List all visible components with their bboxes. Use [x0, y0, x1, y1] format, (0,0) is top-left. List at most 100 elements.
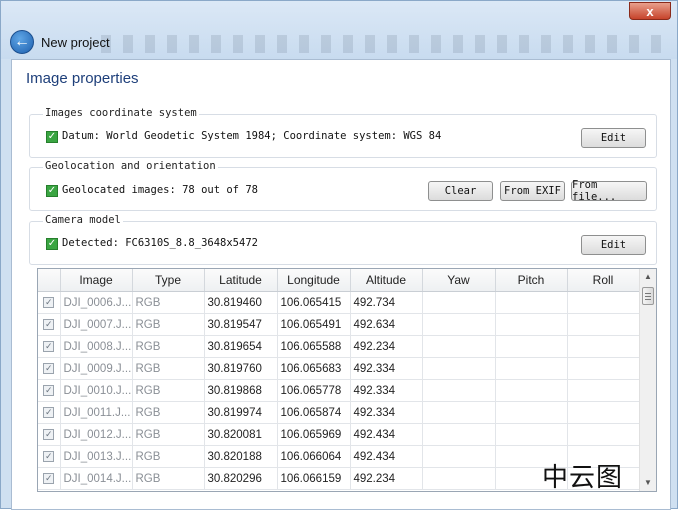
arrow-left-icon: ←: [14, 33, 30, 50]
cell-yaw: [422, 401, 496, 424]
column-header-longitude[interactable]: Longitude: [277, 269, 351, 292]
row-checkbox[interactable]: ✓: [38, 291, 61, 314]
cell-latitude: 30.819760: [204, 357, 278, 380]
cell-roll: [567, 357, 640, 380]
row-checkbox[interactable]: ✓: [38, 467, 61, 490]
row-checkbox[interactable]: ✓: [38, 379, 61, 402]
page-title: Image properties: [26, 70, 139, 87]
column-header-latitude[interactable]: Latitude: [204, 269, 278, 292]
table-scrollbar[interactable]: ▲ ▼: [639, 269, 656, 491]
cell-latitude: 30.819547: [204, 313, 278, 336]
cell-yaw: [422, 445, 496, 468]
cell-image: DJI_0013.J...: [60, 445, 133, 468]
close-button[interactable]: x: [629, 2, 671, 20]
checkbox-checked-icon[interactable]: ✓: [43, 384, 55, 396]
back-button[interactable]: ←: [10, 30, 34, 54]
cell-roll: [567, 335, 640, 358]
coordinate-edit-button[interactable]: Edit: [581, 128, 646, 148]
coordinate-system-text: Datum: World Geodetic System 1984; Coord…: [62, 130, 442, 142]
scroll-down-icon[interactable]: ▼: [643, 478, 653, 488]
cell-altitude: 492.634: [350, 313, 423, 336]
clear-button[interactable]: Clear: [428, 181, 493, 201]
row-checkbox[interactable]: ✓: [38, 357, 61, 380]
from-file-button[interactable]: From file...: [571, 179, 647, 203]
geolocation-text: Geolocated images: 78 out of 78: [62, 184, 258, 196]
checkbox-checked-icon[interactable]: ✓: [43, 428, 55, 440]
camera-model-text: Detected: FC6310S_8.8_3648x5472: [62, 237, 258, 249]
table-row[interactable]: ✓ DJI_0007.J... RGB 30.819547 106.065491…: [38, 313, 640, 336]
cell-yaw: [422, 423, 496, 446]
scroll-thumb[interactable]: [642, 287, 654, 305]
cell-yaw: [422, 379, 496, 402]
cell-image: DJI_0007.J...: [60, 313, 133, 336]
close-icon: x: [646, 3, 654, 19]
cell-yaw: [422, 467, 496, 490]
row-checkbox[interactable]: ✓: [38, 401, 61, 424]
from-exif-button[interactable]: From EXIF: [500, 181, 565, 201]
cell-pitch: [495, 313, 568, 336]
column-header-altitude[interactable]: Altitude: [350, 269, 423, 292]
cell-image: DJI_0011.J...: [60, 401, 133, 424]
camera-edit-button[interactable]: Edit: [581, 235, 646, 255]
column-header-pitch[interactable]: Pitch: [495, 269, 568, 292]
checkbox-checked-icon[interactable]: ✓: [43, 318, 55, 330]
cell-pitch: [495, 335, 568, 358]
cell-longitude: 106.065588: [277, 335, 351, 358]
cell-image: DJI_0006.J...: [60, 291, 133, 314]
cell-longitude: 106.065491: [277, 313, 351, 336]
checkbox-checked-icon[interactable]: ✓: [43, 472, 55, 484]
table-row[interactable]: ✓ DJI_0006.J... RGB 30.819460 106.065415…: [38, 291, 640, 314]
table-header: Image Type Latitude Longitude Altitude Y…: [38, 269, 640, 292]
cell-yaw: [422, 335, 496, 358]
thumb-grip-icon: [645, 293, 651, 294]
check-icon: ✓: [46, 185, 58, 197]
checkbox-checked-icon[interactable]: ✓: [43, 296, 55, 308]
blurred-toolbar: [101, 35, 661, 53]
column-header-check[interactable]: [38, 269, 61, 292]
table-row[interactable]: ✓ DJI_0010.J... RGB 30.819868 106.065778…: [38, 379, 640, 402]
row-checkbox[interactable]: ✓: [38, 335, 61, 358]
scroll-up-icon[interactable]: ▲: [643, 272, 653, 282]
cell-image: DJI_0010.J...: [60, 379, 133, 402]
column-header-yaw[interactable]: Yaw: [422, 269, 496, 292]
cell-altitude: 492.334: [350, 357, 423, 380]
checkbox-checked-icon[interactable]: ✓: [43, 450, 55, 462]
cell-image: DJI_0009.J...: [60, 357, 133, 380]
checkbox-checked-icon[interactable]: ✓: [43, 362, 55, 374]
checkbox-checked-icon[interactable]: ✓: [43, 340, 55, 352]
row-checkbox[interactable]: ✓: [38, 445, 61, 468]
cell-roll: [567, 313, 640, 336]
cell-roll: [567, 423, 640, 446]
geolocation-group-title: Geolocation and orientation: [43, 160, 218, 172]
window-title: New project: [41, 35, 110, 50]
cell-image: DJI_0014.J...: [60, 467, 133, 490]
cell-roll: [567, 401, 640, 424]
table-row[interactable]: ✓ DJI_0011.J... RGB 30.819974 106.065874…: [38, 401, 640, 424]
cell-roll: [567, 379, 640, 402]
cell-pitch: [495, 423, 568, 446]
table-row[interactable]: ✓ DJI_0008.J... RGB 30.819654 106.065588…: [38, 335, 640, 358]
cell-longitude: 106.065683: [277, 357, 351, 380]
cell-altitude: 492.334: [350, 379, 423, 402]
cell-altitude: 492.334: [350, 401, 423, 424]
column-header-image[interactable]: Image: [60, 269, 133, 292]
table-row[interactable]: ✓ DJI_0012.J... RGB 30.820081 106.065969…: [38, 423, 640, 446]
cell-latitude: 30.819654: [204, 335, 278, 358]
thumb-grip-icon: [645, 299, 651, 300]
row-checkbox[interactable]: ✓: [38, 313, 61, 336]
row-checkbox[interactable]: ✓: [38, 423, 61, 446]
column-header-type[interactable]: Type: [132, 269, 205, 292]
cell-pitch: [495, 379, 568, 402]
title-bar: x ← New project: [1, 1, 677, 59]
app-window: x ← New project Image properties Images …: [0, 0, 678, 510]
column-header-roll[interactable]: Roll: [567, 269, 640, 292]
cell-longitude: 106.065778: [277, 379, 351, 402]
camera-model-group-title: Camera model: [43, 214, 123, 226]
cell-type: RGB: [132, 291, 205, 314]
checkbox-checked-icon[interactable]: ✓: [43, 406, 55, 418]
table-row[interactable]: ✓ DJI_0009.J... RGB 30.819760 106.065683…: [38, 357, 640, 380]
cell-altitude: 492.434: [350, 445, 423, 468]
cell-type: RGB: [132, 445, 205, 468]
cell-type: RGB: [132, 335, 205, 358]
coordinate-system-group-title: Images coordinate system: [43, 107, 199, 119]
